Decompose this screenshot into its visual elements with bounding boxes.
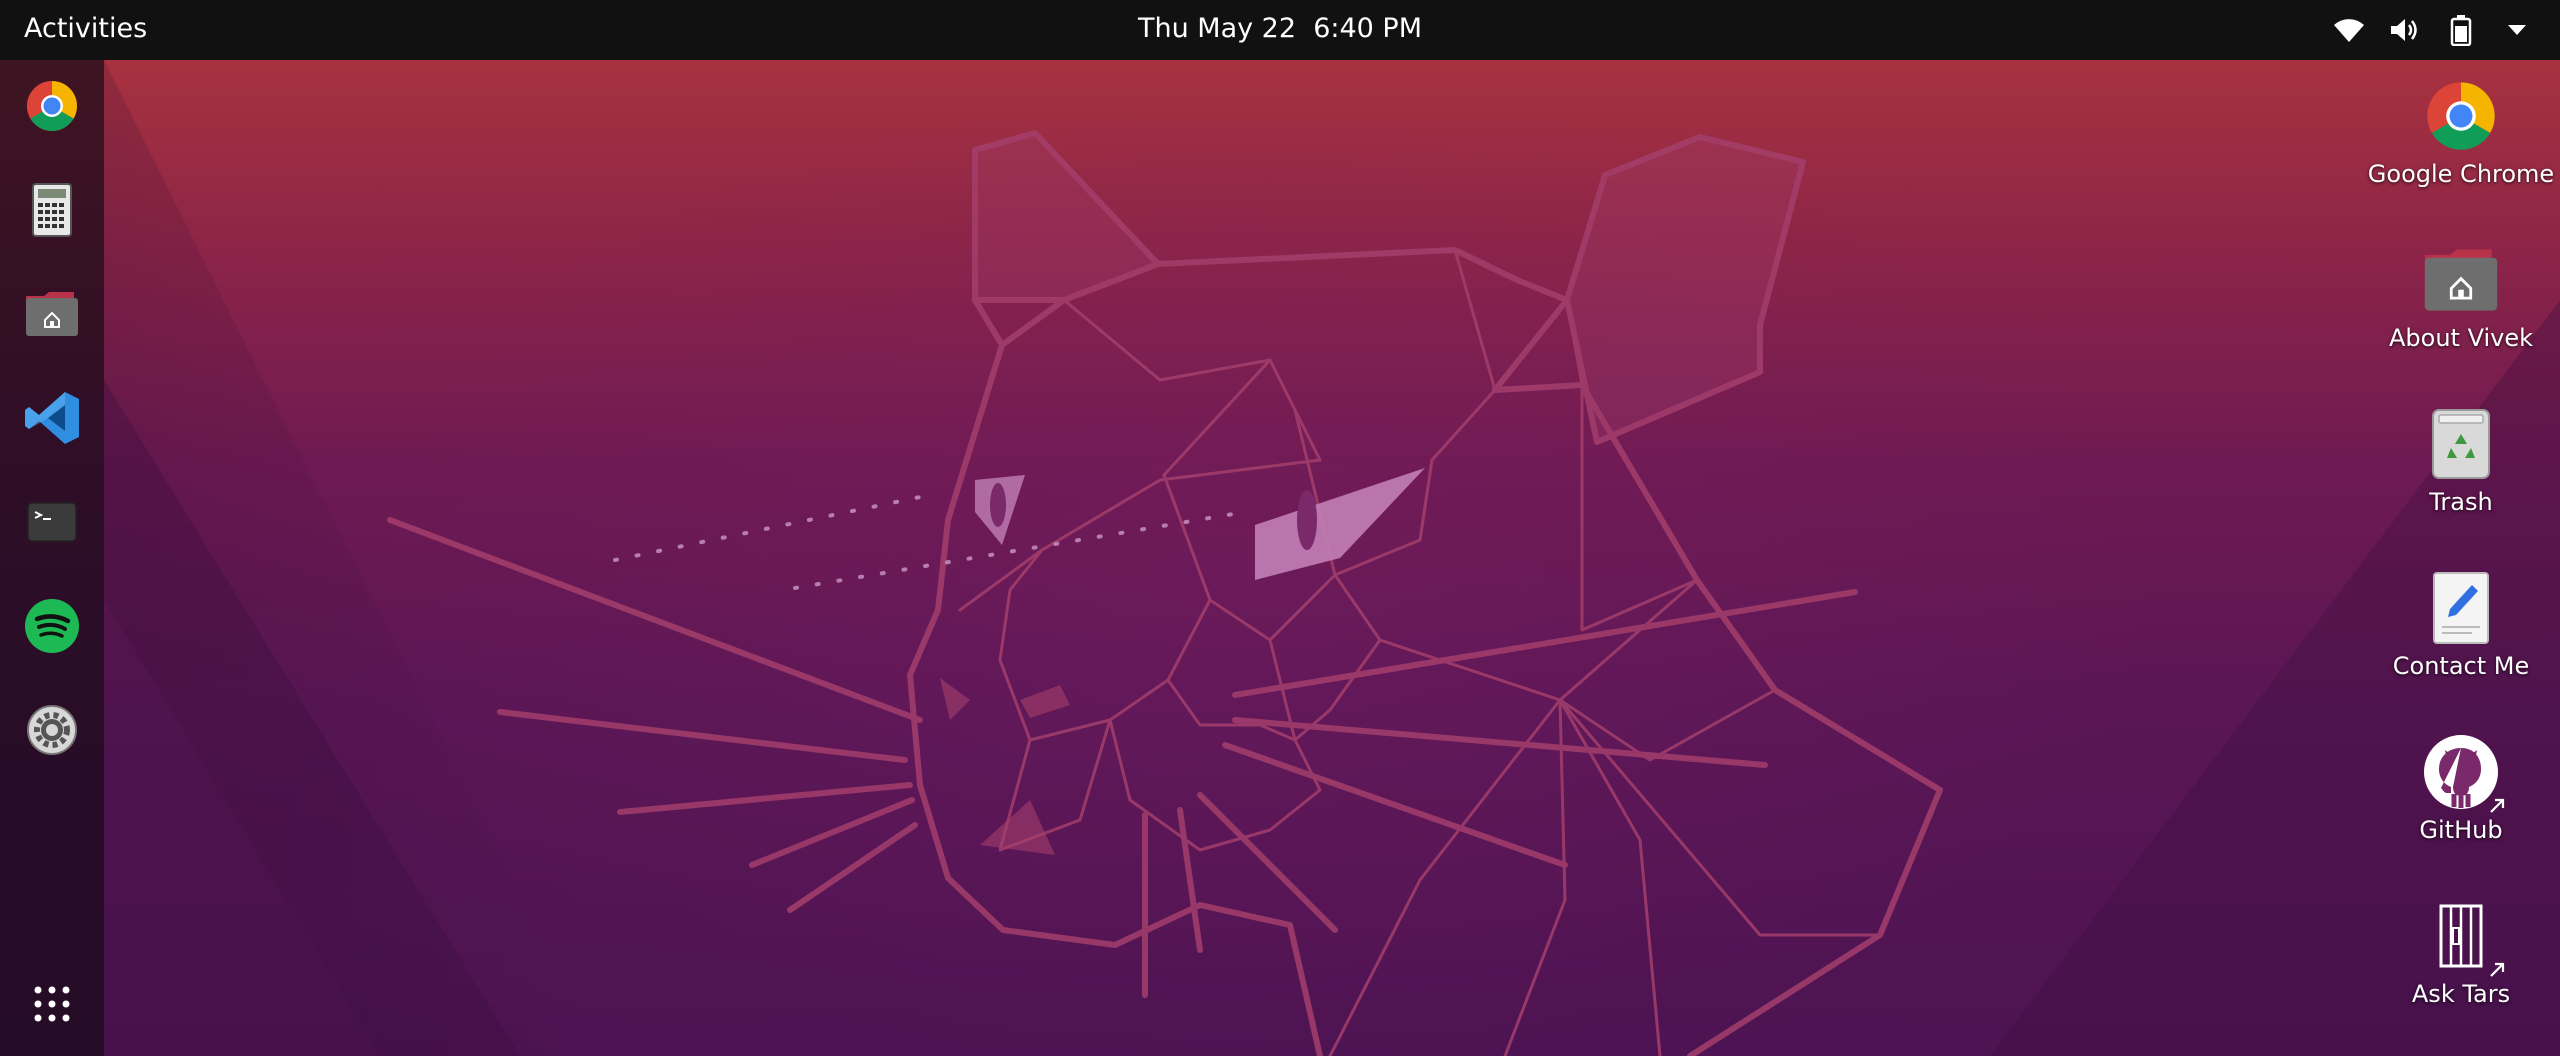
- spotify-icon: [24, 598, 80, 658]
- desktop-item-trash[interactable]: Trash: [2361, 404, 2560, 516]
- desktop-item-label: GitHub: [2419, 816, 2503, 844]
- trash-icon: [2421, 404, 2501, 484]
- focal-fossa-wallpaper-art: [104, 60, 2560, 1056]
- dock-item-vscode[interactable]: [12, 380, 92, 460]
- show-applications-button[interactable]: [12, 966, 92, 1046]
- system-tray[interactable]: [2332, 0, 2534, 60]
- desktop-item-about-vivek[interactable]: About Vivek: [2361, 240, 2560, 352]
- home-folder-icon: [2421, 240, 2501, 320]
- chrome-icon: [26, 80, 78, 136]
- dock-item-calculator[interactable]: [12, 172, 92, 252]
- date-time-button[interactable]: Thu May 22 6:40 PM: [1138, 13, 1422, 44]
- dock-item-terminal[interactable]: [12, 484, 92, 564]
- desktop-item-label: About Vivek: [2388, 324, 2533, 352]
- desktop-item-contact-me[interactable]: Contact Me: [2361, 568, 2560, 680]
- volume-icon[interactable]: [2388, 13, 2422, 47]
- link-arrow-icon: [2490, 962, 2505, 977]
- app-grid-icon: [33, 985, 71, 1027]
- desktop-item-google-chrome[interactable]: Google Chrome: [2361, 76, 2560, 188]
- activities-button[interactable]: Activities: [24, 0, 147, 60]
- desktop-item-github[interactable]: GitHub: [2361, 732, 2560, 844]
- battery-icon[interactable]: [2444, 13, 2478, 47]
- tars-icon: [2421, 896, 2505, 977]
- text-editor-icon: [2421, 568, 2501, 648]
- desktop-item-label: Ask Tars: [2411, 980, 2511, 1008]
- desktop-wallpaper: [0, 60, 2560, 1056]
- desktop-item-label: Google Chrome: [2367, 160, 2555, 188]
- dock: [0, 60, 104, 1056]
- dock-item-spotify[interactable]: [12, 588, 92, 668]
- vscode-icon: [23, 389, 81, 451]
- dock-item-settings[interactable]: [12, 692, 92, 772]
- desktop-item-label: Contact Me: [2392, 652, 2530, 680]
- wifi-icon[interactable]: [2332, 13, 2366, 47]
- home-folder-icon: [24, 290, 80, 342]
- dock-item-chrome[interactable]: [12, 68, 92, 148]
- chrome-icon: [2421, 76, 2501, 156]
- desktop-item-ask-tars[interactable]: Ask Tars: [2361, 896, 2560, 1008]
- terminal-icon: [27, 502, 77, 546]
- clock-area: Thu May 22 6:40 PM: [0, 0, 2560, 60]
- github-icon: [2421, 732, 2505, 813]
- top-bar: Activities Thu May 22 6:40 PM: [0, 0, 2560, 60]
- dock-item-files[interactable]: [12, 276, 92, 356]
- settings-icon: [26, 704, 78, 760]
- calculator-icon: [32, 183, 72, 241]
- desktop-item-label: Trash: [2429, 488, 2493, 516]
- link-arrow-icon: [2490, 798, 2505, 813]
- system-menu-arrow-icon[interactable]: [2500, 13, 2534, 47]
